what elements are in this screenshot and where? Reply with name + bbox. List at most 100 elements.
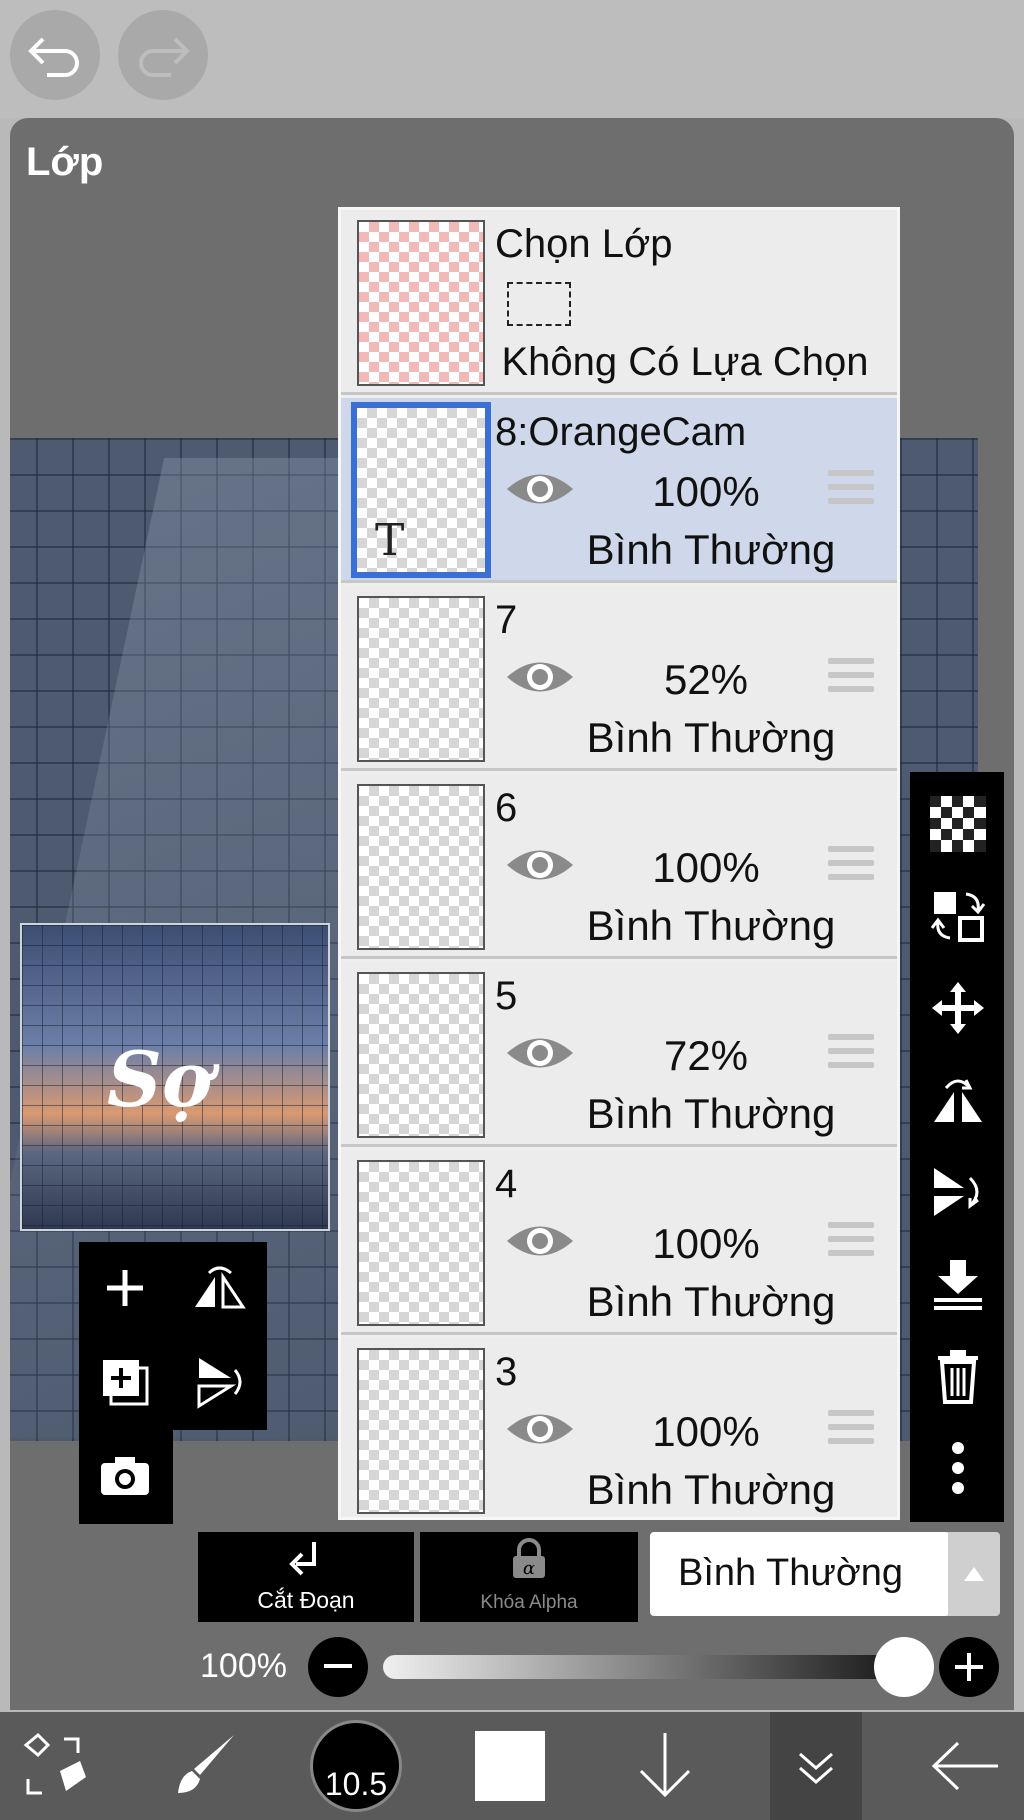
layer-opacity: 100% bbox=[652, 1220, 760, 1267]
visibility-eye-icon[interactable] bbox=[505, 654, 575, 700]
layer-row[interactable]: 6 100% Bình Thường bbox=[341, 774, 897, 959]
arrow-left-icon bbox=[931, 1741, 998, 1791]
color-swatch bbox=[475, 1731, 545, 1801]
opacity-slider-knob[interactable] bbox=[874, 1637, 934, 1697]
transparent-bg-button[interactable] bbox=[912, 778, 1004, 870]
drag-handle-icon[interactable] bbox=[828, 1034, 874, 1074]
undo-button[interactable] bbox=[10, 10, 100, 100]
visibility-eye-icon[interactable] bbox=[505, 466, 575, 512]
transform-icon bbox=[23, 1732, 86, 1795]
arrow-down-icon bbox=[639, 1733, 691, 1798]
layer-actions-row: Cắt Đoạn α Khóa Alpha Bình Thường bbox=[0, 1532, 1024, 1622]
layer-opacity: 100% bbox=[652, 468, 760, 515]
visibility-eye-icon[interactable] bbox=[505, 1406, 575, 1452]
layer-thumbnail bbox=[357, 784, 485, 950]
merge-down-button[interactable] bbox=[912, 1238, 1004, 1330]
blend-mode-select[interactable]: Bình Thường bbox=[650, 1532, 950, 1616]
layer-blend-mode: Bình Thường bbox=[586, 1090, 836, 1137]
transform-tool-button[interactable] bbox=[10, 1712, 100, 1820]
panel-title: Lớp bbox=[26, 140, 104, 184]
layer-thumbnail bbox=[357, 1160, 485, 1326]
plus-icon bbox=[107, 1270, 143, 1306]
visibility-eye-icon[interactable] bbox=[505, 842, 575, 888]
layer-name: 7 bbox=[495, 598, 518, 642]
layers-panel-button[interactable] bbox=[770, 1712, 862, 1820]
layer-name: 8:OrangeCam bbox=[495, 410, 747, 454]
minus-icon bbox=[324, 1664, 352, 1668]
color-button[interactable] bbox=[470, 1712, 550, 1820]
layer-row[interactable]: 4 100% Bình Thường bbox=[341, 1150, 897, 1335]
clipping-label: Cắt Đoạn bbox=[257, 1587, 355, 1613]
triangle-up-icon bbox=[964, 1567, 984, 1581]
duplicate-icon bbox=[103, 1360, 149, 1406]
flip-vertical-side-button[interactable] bbox=[912, 1146, 1004, 1238]
opacity-slider[interactable] bbox=[383, 1655, 918, 1679]
drag-handle-icon[interactable] bbox=[828, 1410, 874, 1450]
side-tools bbox=[910, 772, 1004, 1522]
move-layer-button[interactable] bbox=[912, 962, 1004, 1054]
add-layer-button[interactable] bbox=[79, 1242, 171, 1334]
brush-tool-button[interactable] bbox=[160, 1712, 250, 1820]
drag-handle-icon[interactable] bbox=[828, 470, 874, 510]
visibility-eye-icon[interactable] bbox=[505, 1218, 575, 1264]
layer-name: 6 bbox=[495, 786, 518, 830]
flip-horizontal-button[interactable] bbox=[173, 1242, 265, 1334]
drag-handle-icon[interactable] bbox=[828, 846, 874, 886]
clip-arrow-icon bbox=[289, 1542, 316, 1576]
layer-opacity: 100% bbox=[652, 844, 760, 891]
swap-icon bbox=[930, 892, 986, 942]
undo-icon bbox=[28, 37, 79, 77]
layer-name: 5 bbox=[495, 974, 518, 1018]
layer-opacity: 100% bbox=[652, 1408, 760, 1455]
import-photo-button[interactable] bbox=[79, 1430, 171, 1522]
layer-thumbnail bbox=[357, 1348, 485, 1514]
layer-blend-mode: Bình Thường bbox=[586, 1466, 836, 1513]
layer-thumbnail: T bbox=[351, 402, 491, 578]
bottom-toolbar: 10.5 bbox=[0, 1712, 1024, 1820]
text-layer-icon: T bbox=[375, 515, 405, 566]
layer-list[interactable]: Chọn Lớp Không Có Lựa Chọn T 8:OrangeCam… bbox=[338, 207, 900, 1520]
more-vertical-icon bbox=[952, 1442, 964, 1494]
layer-row[interactable]: 5 72% Bình Thường bbox=[341, 962, 897, 1147]
layer-opacity: 52% bbox=[663, 656, 749, 703]
drag-handle-icon[interactable] bbox=[828, 658, 874, 698]
flip-vertical-icon bbox=[934, 1168, 979, 1216]
canvas-preview[interactable]: Sợ bbox=[20, 923, 330, 1231]
layer-name: 3 bbox=[495, 1350, 518, 1394]
layer-opacity: 72% bbox=[663, 1032, 749, 1079]
layer-blend-mode: Bình Thường bbox=[586, 714, 836, 761]
redo-icon bbox=[139, 37, 190, 77]
selection-layer-row[interactable]: Chọn Lớp Không Có Lựa Chọn bbox=[341, 210, 897, 395]
blend-mode-dropdown-button[interactable] bbox=[948, 1532, 1000, 1616]
top-bar bbox=[0, 0, 1024, 118]
trash-icon bbox=[938, 1350, 978, 1404]
layer-blend-mode: Bình Thường bbox=[586, 902, 836, 949]
lock-icon: α bbox=[513, 1538, 545, 1579]
back-button[interactable] bbox=[920, 1712, 1010, 1820]
drag-handle-icon[interactable] bbox=[828, 1222, 874, 1262]
clipping-button[interactable]: Cắt Đoạn bbox=[198, 1532, 414, 1622]
more-options-button[interactable] bbox=[912, 1422, 1004, 1514]
layer-down-button[interactable] bbox=[620, 1712, 710, 1820]
alpha-lock-label: Khóa Alpha bbox=[480, 1592, 578, 1613]
flip-vertical-button[interactable] bbox=[173, 1336, 265, 1428]
copy-layer-button[interactable] bbox=[79, 1336, 171, 1428]
brush-size-button[interactable]: 10.5 bbox=[310, 1712, 402, 1820]
opacity-decrease-button[interactable] bbox=[308, 1637, 368, 1697]
redo-button[interactable] bbox=[118, 10, 208, 100]
delete-layer-button[interactable] bbox=[912, 1330, 1004, 1422]
swap-layer-button[interactable] bbox=[912, 870, 1004, 962]
layer-row[interactable]: 3 100% Bình Thường bbox=[341, 1338, 897, 1517]
layer-tools-block bbox=[79, 1242, 267, 1430]
flip-vertical-icon bbox=[197, 1358, 242, 1409]
layer-row[interactable]: 7 52% Bình Thường bbox=[341, 586, 897, 771]
visibility-eye-icon[interactable] bbox=[505, 1030, 575, 1076]
layer-row[interactable]: T 8:OrangeCam 100% Bình Thường bbox=[341, 398, 897, 583]
alpha-lock-button[interactable]: α Khóa Alpha bbox=[420, 1532, 638, 1622]
opacity-row: 100% bbox=[0, 1635, 1024, 1699]
flip-horizontal-side-button[interactable] bbox=[912, 1054, 1004, 1146]
checker-icon bbox=[930, 796, 986, 852]
opacity-increase-button[interactable] bbox=[939, 1637, 999, 1697]
opacity-value: 100% bbox=[200, 1647, 287, 1685]
move-icon bbox=[932, 982, 984, 1034]
